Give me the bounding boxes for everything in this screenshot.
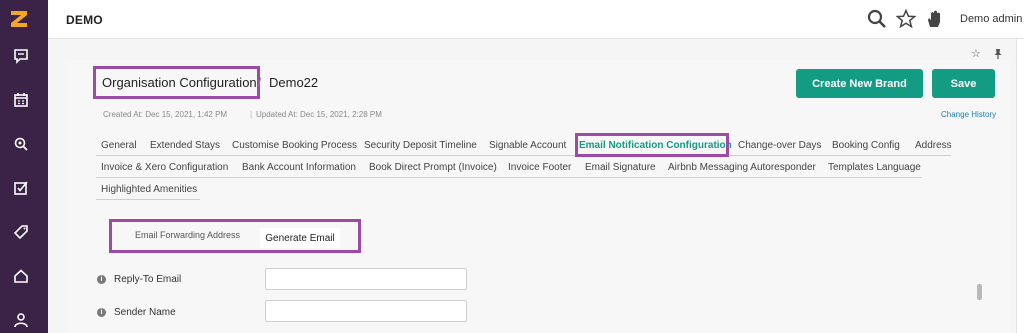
- meta-separator: |: [250, 110, 253, 119]
- search-icon[interactable]: [867, 9, 887, 29]
- reply-to-email-input[interactable]: [265, 268, 467, 290]
- user-name: Demo admin: [960, 13, 1023, 25]
- updated-at: Updated At: Dec 15, 2021, 2:28 PM: [256, 110, 382, 119]
- subtab-email-forwarding-address[interactable]: Email Forwarding Address: [135, 230, 240, 240]
- tab-customise-booking-process[interactable]: Customise Booking Process: [232, 140, 357, 151]
- tab-highlighted-amenities[interactable]: Highlighted Amenities: [101, 184, 197, 195]
- info-icon: i: [97, 275, 106, 284]
- created-at: Created At: Dec 15, 2021, 1:42 PM: [103, 110, 228, 119]
- app-title: DEMO: [66, 13, 103, 27]
- breadcrumb-root[interactable]: Organisation Configuration: [102, 75, 257, 90]
- user-icon[interactable]: [13, 312, 29, 328]
- sender-name-label: Sender Name: [114, 307, 176, 318]
- checklist-icon[interactable]: [13, 180, 29, 196]
- tab-airbnb-messaging-autoresponder[interactable]: Airbnb Messaging Autoresponder: [668, 162, 816, 173]
- tab-booking-config[interactable]: Booking Config: [832, 140, 900, 151]
- z-logo-icon[interactable]: [8, 8, 30, 30]
- breadcrumb-current: Demo22: [269, 75, 319, 90]
- tab-invoice-footer[interactable]: Invoice Footer: [508, 162, 571, 173]
- tab-templates-language[interactable]: Templates Language: [828, 162, 921, 173]
- user-menu[interactable]: Demo admin▼: [960, 13, 1024, 25]
- breadcrumb-separator: /: [258, 75, 262, 89]
- top-bar: DEMO Demo admin▼: [48, 0, 1024, 39]
- sender-name-input[interactable]: [265, 300, 467, 322]
- home-icon[interactable]: [13, 268, 29, 284]
- save-button[interactable]: Save: [932, 69, 995, 98]
- favorite-star-icon[interactable]: ☆: [971, 47, 981, 60]
- hand-icon[interactable]: [924, 9, 944, 29]
- tab-invoice-xero-configuration[interactable]: Invoice & Xero Configuration: [101, 162, 228, 173]
- main-panel: [65, 60, 1010, 333]
- tab-row-divider: [96, 155, 951, 156]
- left-sidebar: [0, 0, 48, 333]
- chat-icon[interactable]: [13, 48, 29, 64]
- scrollbar-thumb[interactable]: [977, 284, 982, 300]
- change-history-link[interactable]: Change History: [941, 110, 996, 119]
- info-icon: i: [97, 308, 106, 317]
- star-icon[interactable]: [896, 9, 916, 29]
- tab-row-divider: [96, 199, 200, 200]
- tab-email-signature[interactable]: Email Signature: [585, 162, 656, 173]
- tab-extended-stays[interactable]: Extended Stays: [150, 140, 220, 151]
- create-new-brand-button[interactable]: Create New Brand: [796, 69, 923, 98]
- tab-address[interactable]: Address: [915, 140, 952, 151]
- tab-change-over-days[interactable]: Change-over Days: [738, 140, 821, 151]
- tab-bank-account-information[interactable]: Bank Account Information: [242, 162, 356, 173]
- right-edge-panel: [1016, 39, 1024, 333]
- location-search-icon[interactable]: [13, 136, 29, 152]
- tab-general[interactable]: General: [101, 140, 137, 151]
- tab-row-divider: [96, 177, 922, 178]
- tab-book-direct-prompt[interactable]: Book Direct Prompt (Invoice): [369, 162, 497, 173]
- pin-icon[interactable]: [993, 48, 1003, 59]
- reply-to-email-label: Reply-To Email: [114, 274, 182, 285]
- tab-security-deposit-timeline[interactable]: Security Deposit Timeline: [364, 140, 477, 151]
- calendar-icon[interactable]: [13, 92, 29, 108]
- tag-icon[interactable]: [13, 224, 29, 240]
- subtab-generate-email[interactable]: Generate Email: [260, 228, 340, 248]
- active-tab-highlight: [575, 133, 729, 157]
- tab-signable-account[interactable]: Signable Account: [489, 140, 566, 151]
